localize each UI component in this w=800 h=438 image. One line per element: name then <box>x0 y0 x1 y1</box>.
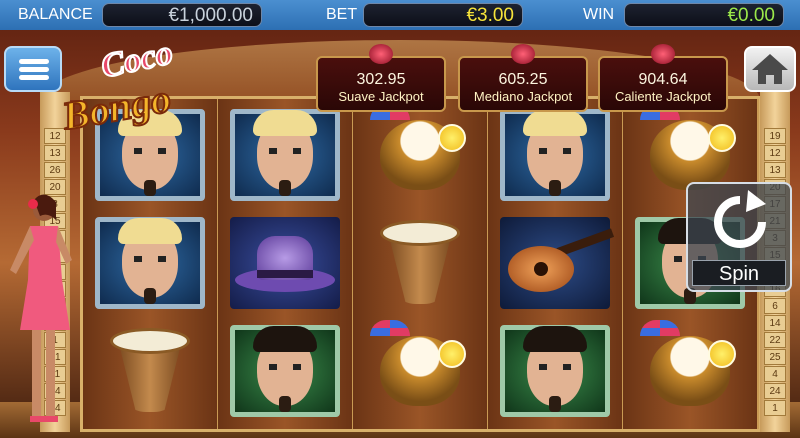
coconut-drink-symbol <box>635 320 745 417</box>
jackpot-mediano: 605.25 Mediano Jackpot <box>458 44 588 112</box>
payline-number: 12 <box>44 128 66 144</box>
coconut-drink-icon <box>640 320 736 406</box>
reel-cell <box>494 213 616 313</box>
jackpot-amount: 302.95 <box>356 71 406 88</box>
reel-cell <box>89 213 211 313</box>
drum-symbol <box>365 217 475 309</box>
drum-icon <box>110 328 190 414</box>
payline-number: 24 <box>764 383 786 399</box>
win-value: €0.00 <box>624 3 784 27</box>
jackpot-amount: 904.64 <box>638 71 688 88</box>
payline-number: 12 <box>764 145 786 161</box>
payline-number: 26 <box>44 162 66 178</box>
blond-man-symbol <box>95 217 205 309</box>
reel-cell <box>224 105 346 205</box>
payline-number: 4 <box>764 366 786 382</box>
payline-number: 22 <box>764 332 786 348</box>
coconut-drink-icon <box>640 104 736 190</box>
win-label: WIN <box>583 6 615 23</box>
payline-number: 19 <box>764 128 786 144</box>
rose-icon <box>369 44 393 64</box>
spin-button[interactable]: Spin <box>686 182 792 292</box>
payline-number: 6 <box>764 298 786 314</box>
guitar-icon <box>500 228 615 298</box>
purple-hat-symbol <box>230 217 340 309</box>
guitar-symbol <box>500 217 615 309</box>
reel-area <box>80 96 760 432</box>
rose-icon <box>651 44 675 64</box>
blond-man-symbol <box>500 109 610 201</box>
home-icon <box>752 54 788 84</box>
coco-bongo-logo: Coco Bongo <box>57 36 177 130</box>
jackpot-amount: 605.25 <box>498 71 548 88</box>
coconut-drink-symbol <box>365 104 475 201</box>
reel-cell <box>359 213 481 313</box>
bet-label: BET <box>326 6 358 23</box>
reel-1 <box>83 99 219 429</box>
payline-number: 14 <box>764 315 786 331</box>
jackpot-name: Suave Jackpot <box>338 89 424 104</box>
reel-cell <box>494 105 616 205</box>
spin-label: Spin <box>692 260 786 286</box>
drum-icon <box>380 220 460 306</box>
coconut-drink-icon <box>370 320 466 406</box>
reel-cell <box>359 104 481 205</box>
reel-cell <box>224 321 346 421</box>
reel-2 <box>218 99 354 429</box>
dark-man-icon <box>253 326 317 412</box>
reel-cell <box>224 213 346 313</box>
payline-number: 25 <box>764 349 786 365</box>
bet-value[interactable]: €3.00 <box>363 3 523 27</box>
top-bar: BALANCE €1,000.00 BET €3.00 WIN €0.00 <box>0 0 800 30</box>
reel-cell <box>359 320 481 421</box>
blond-man-icon <box>523 110 587 196</box>
dark-man-icon <box>523 326 587 412</box>
reel-cell <box>494 321 616 421</box>
coconut-drink-symbol <box>365 320 475 417</box>
home-button[interactable] <box>744 46 796 92</box>
payline-number: 1 <box>764 400 786 416</box>
game-scene: 12132620315561642522121112414 1912132017… <box>0 30 800 438</box>
jackpot-caliente: 904.64 Caliente Jackpot <box>598 44 728 112</box>
jackpot-suave: 302.95 Suave Jackpot <box>316 44 446 112</box>
jackpot-name: Mediano Jackpot <box>473 89 573 104</box>
reel-3 <box>353 99 489 429</box>
reel-cell <box>89 321 211 421</box>
refresh-icon <box>714 190 766 248</box>
blond-man-icon <box>118 110 182 196</box>
dancer-illustration <box>10 194 72 422</box>
blond-man-symbol <box>230 109 340 201</box>
balance-label: BALANCE <box>18 6 93 23</box>
blond-man-icon <box>253 110 317 196</box>
hat-icon <box>235 228 335 298</box>
drum-symbol <box>95 325 205 417</box>
dark-man-symbol <box>500 325 610 417</box>
blond-man-icon <box>118 218 182 304</box>
dark-man-symbol <box>230 325 340 417</box>
rose-icon <box>511 44 535 64</box>
coconut-drink-icon <box>370 104 466 190</box>
reel-cell <box>629 320 751 421</box>
svg-text:Bongo: Bongo <box>58 75 174 130</box>
balance-value: €1,000.00 <box>102 3 262 27</box>
payline-number: 13 <box>764 162 786 178</box>
menu-button[interactable] <box>4 46 62 92</box>
reel-4 <box>488 99 624 429</box>
jackpot-name: Caliente Jackpot <box>614 89 712 104</box>
payline-number: 13 <box>44 145 66 161</box>
